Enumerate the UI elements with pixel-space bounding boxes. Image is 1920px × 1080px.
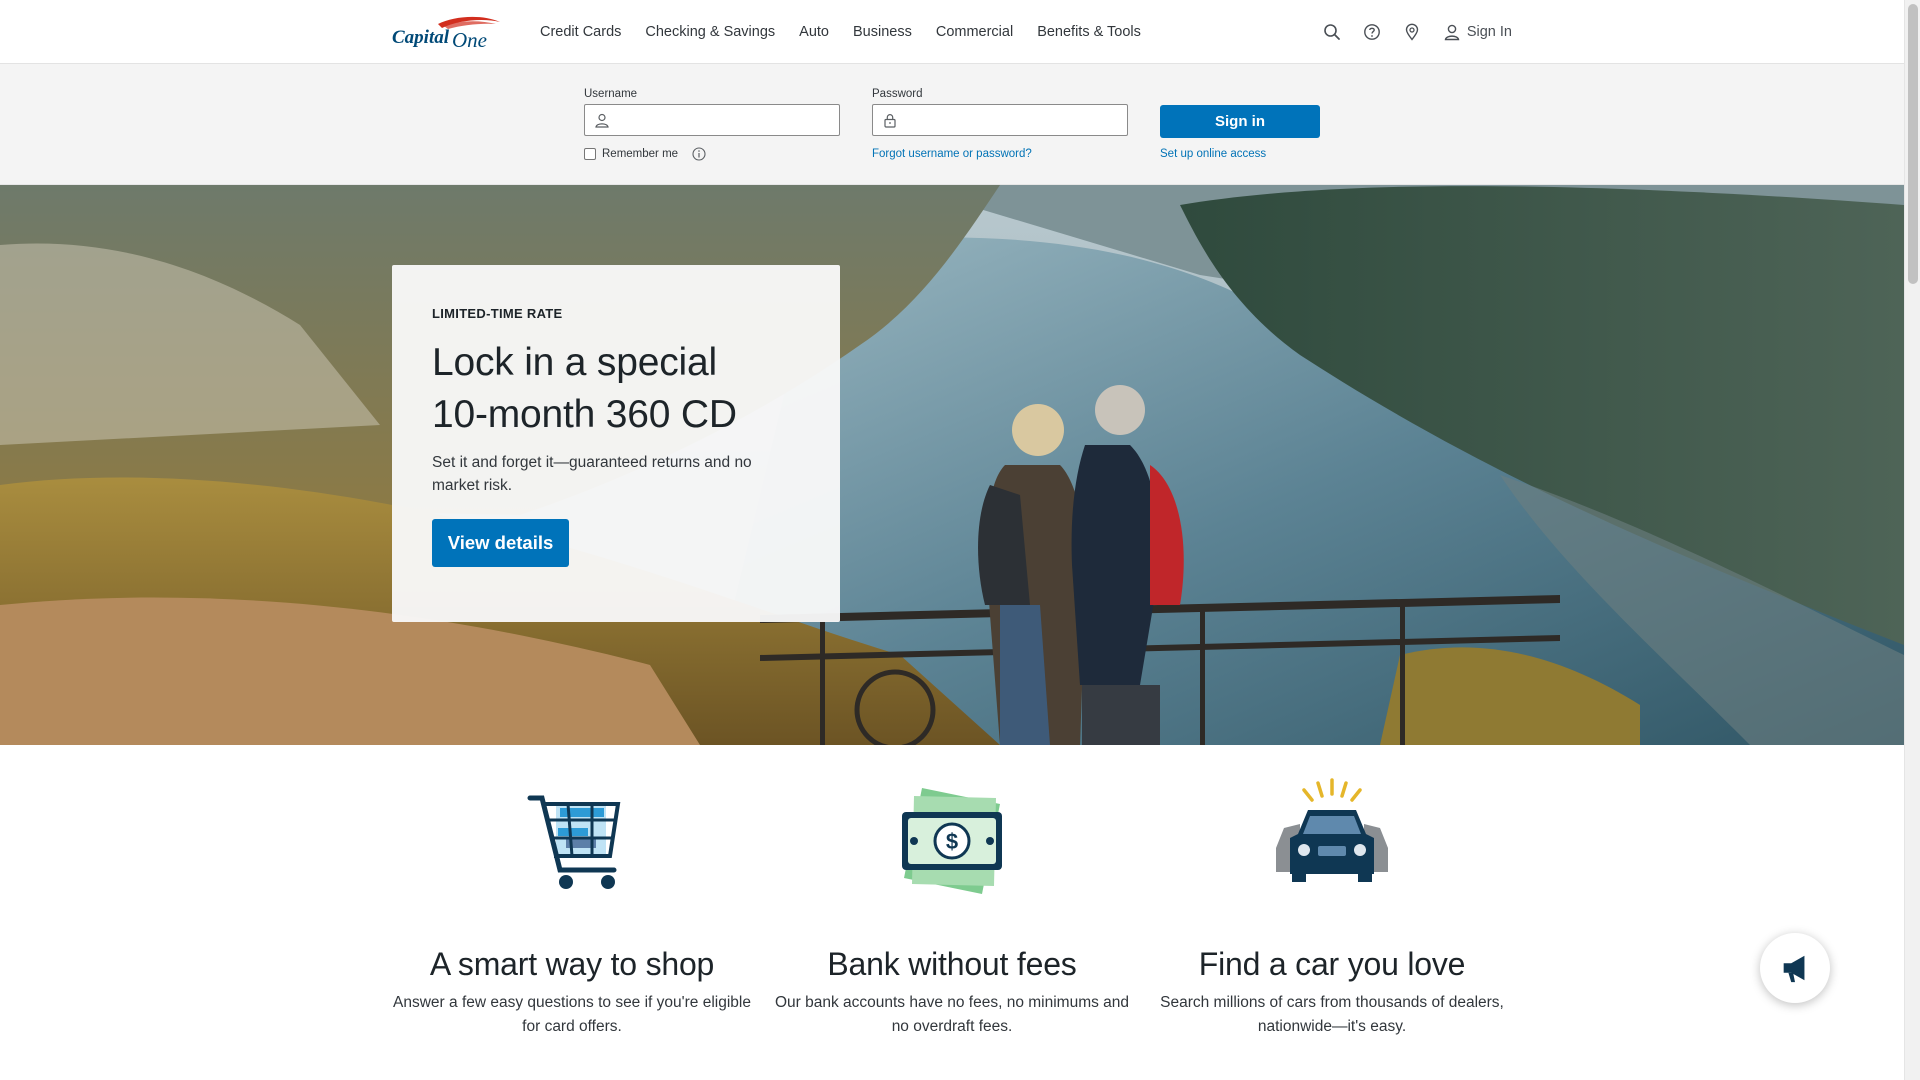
- scrollbar-thumb[interactable]: [1908, 4, 1918, 284]
- feature-bank-body: Our bank accounts have no fees, no minim…: [774, 994, 1130, 1035]
- forgot-credentials-link[interactable]: Forgot username or password?: [872, 148, 1032, 160]
- view-details-button[interactable]: View details: [432, 519, 569, 567]
- remember-me: Remember me: [584, 147, 706, 161]
- feature-shop-body: Answer a few easy questions to see if yo…: [393, 994, 751, 1035]
- promo-eyebrow: LIMITED-TIME RATE: [432, 306, 563, 321]
- page-scrollbar[interactable]: [1904, 0, 1920, 1080]
- header-sign-in-label: Sign In: [1466, 24, 1512, 40]
- password-field-group: Password: [872, 88, 1128, 136]
- nav-checking-savings[interactable]: Checking & Savings: [645, 24, 775, 40]
- features-section: A smart way to shop Answer a few easy qu…: [392, 776, 1512, 1080]
- password-label: Password: [872, 88, 923, 100]
- promo-headline-line-2: 10-month 360 CD: [432, 393, 737, 436]
- promo-headline: Lock in a special 10-month 360 CD: [432, 337, 800, 441]
- password-box: [872, 104, 1128, 136]
- main-nav: Credit Cards Checking & Savings Auto Bus…: [540, 0, 1141, 64]
- feature-bank: $ Bank without fees Our bank accounts ha…: [772, 776, 1132, 1039]
- username-label: Username: [584, 88, 638, 100]
- site-header: Capital One Credit Cards Checking & Savi…: [0, 0, 1904, 64]
- svg-text:Capital: Capital: [392, 27, 450, 48]
- feedback-button[interactable]: [1760, 933, 1830, 1003]
- setup-online-access-link[interactable]: Set up online access: [1160, 148, 1266, 160]
- username-box: [584, 104, 840, 136]
- user-icon: [1444, 24, 1460, 41]
- user-icon: [595, 113, 609, 128]
- nav-commercial[interactable]: Commercial: [936, 24, 1013, 40]
- help-icon[interactable]: [1363, 23, 1381, 41]
- nav-benefits-tools[interactable]: Benefits & Tools: [1037, 24, 1141, 40]
- promo-headline-line-1: Lock in a special: [432, 341, 717, 384]
- megaphone-icon: [1783, 955, 1805, 983]
- feature-car-title: Find a car you love: [1198, 946, 1466, 982]
- nav-credit-cards[interactable]: Credit Cards: [540, 24, 621, 40]
- promo-body: Set it and forget it—guaranteed returns …: [432, 454, 752, 494]
- nav-auto[interactable]: Auto: [799, 24, 829, 40]
- username-field-group: Username: [584, 88, 840, 136]
- location-pin-icon[interactable]: [1403, 23, 1421, 41]
- password-input[interactable]: [907, 109, 1117, 131]
- promo-card: LIMITED-TIME RATE Lock in a special 10-m…: [392, 265, 840, 622]
- username-input[interactable]: [619, 109, 829, 131]
- sign-in-button[interactable]: Sign in: [1160, 105, 1320, 138]
- feature-car: Find a car you love Search millions of c…: [1152, 776, 1512, 1039]
- hero-banner: LIMITED-TIME RATE Lock in a special 10-m…: [0, 185, 1904, 745]
- car-icon: [1276, 778, 1388, 882]
- login-bar: Username Password Remember me Forgot use…: [0, 64, 1904, 185]
- feature-car-body: Search millions of cars from thousands o…: [1160, 994, 1504, 1035]
- shopping-cart-icon: [527, 795, 621, 889]
- svg-text:$: $: [946, 829, 958, 854]
- info-icon[interactable]: [692, 147, 706, 161]
- search-icon[interactable]: [1323, 23, 1341, 41]
- hero-lake-photo: [0, 185, 1904, 745]
- feature-shop-title: A smart way to shop: [429, 946, 715, 982]
- svg-text:One: One: [452, 28, 487, 52]
- utility-nav: Sign In: [1323, 0, 1512, 64]
- remember-me-checkbox[interactable]: [584, 148, 596, 160]
- header-sign-in-link[interactable]: Sign In: [1443, 23, 1512, 41]
- cash-icon: $: [902, 788, 1002, 894]
- capital-one-logo[interactable]: Capital One: [392, 14, 502, 54]
- lock-icon: [884, 114, 896, 128]
- feature-shop: A smart way to shop Answer a few easy qu…: [392, 776, 752, 1039]
- remember-me-label[interactable]: Remember me: [602, 148, 678, 160]
- nav-business[interactable]: Business: [853, 24, 912, 40]
- feature-bank-title: Bank without fees: [827, 946, 1077, 982]
